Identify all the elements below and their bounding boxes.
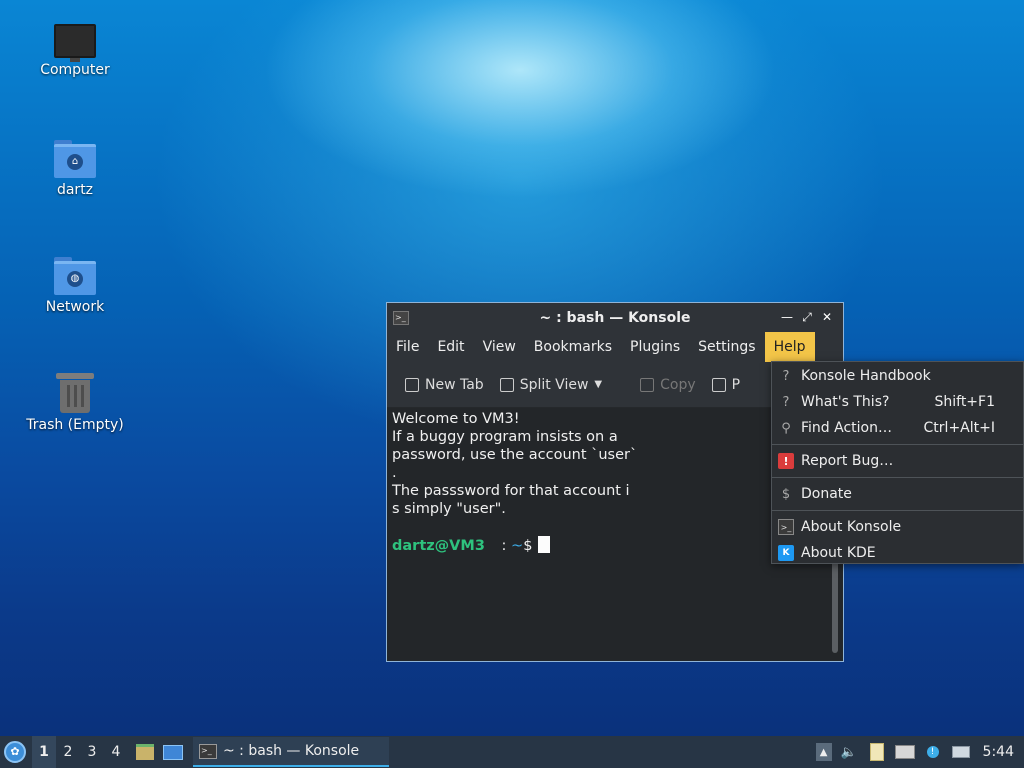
terminal-output[interactable]: Welcome to VM3! If a buggy program insist… [387, 408, 827, 661]
menu-separator [772, 477, 1023, 478]
window-title: ~ : bash — Konsole [539, 309, 691, 326]
text-cursor [538, 536, 551, 553]
start-menu-button[interactable]: ✿ [0, 736, 30, 768]
split-view-label: Split View [519, 376, 589, 393]
desktop-icon-computer[interactable]: Computer [20, 24, 130, 78]
workspace-4[interactable]: 4 [104, 736, 128, 768]
menu-item-report-bug[interactable]: ! Report Bug… [772, 448, 1023, 474]
paste-icon [711, 377, 726, 392]
menu-plugins[interactable]: Plugins [621, 332, 689, 362]
file-manager-icon[interactable] [134, 741, 156, 763]
help-menu: ? Konsole Handbook ? What's This? Shift+… [771, 361, 1024, 564]
menu-separator [772, 510, 1023, 511]
bug-icon: ! [778, 453, 794, 469]
network-folder-icon: ◍ [54, 257, 96, 295]
chevron-down-icon: ▼ [594, 379, 603, 390]
kde-icon: K [778, 545, 794, 561]
new-tab-label: New Tab [425, 376, 484, 393]
minimize-icon[interactable]: — [779, 310, 795, 325]
taskbar-task-konsole[interactable]: >_ ~ : bash — Konsole [193, 737, 389, 767]
clipboard-icon[interactable] [866, 741, 888, 763]
scrollbar-thumb[interactable] [832, 558, 838, 653]
menu-item-label: Donate [801, 486, 852, 502]
system-tray: ▲ 🔈 ! 5:44 [813, 736, 1024, 768]
menu-file[interactable]: File [387, 332, 428, 362]
copy-label: Copy [660, 376, 696, 393]
workspace-3[interactable]: 3 [80, 736, 104, 768]
menu-settings[interactable]: Settings [689, 332, 764, 362]
menu-item-konsole-handbook[interactable]: ? Konsole Handbook [772, 363, 1023, 389]
desktop-icon-label: Network [45, 299, 105, 315]
menu-item-label: About KDE [801, 545, 876, 561]
task-label: ~ : bash — Konsole [223, 743, 360, 759]
konsole-icon: >_ [199, 743, 217, 759]
copy-button[interactable]: Copy [632, 377, 704, 393]
menu-item-label: Konsole Handbook [801, 368, 931, 384]
maximize-icon[interactable]: ⤢ [799, 310, 815, 325]
workspace-2[interactable]: 2 [56, 736, 80, 768]
terminal-line: password, use the account `user` [392, 447, 638, 463]
desktop-icon-label: dartz [56, 182, 94, 198]
menu-item-about-kde[interactable]: K About KDE [772, 540, 1023, 566]
prompt-user: dartz@VM3 [392, 538, 485, 554]
volume-icon[interactable]: 🔈 [838, 741, 860, 763]
paste-label: P [731, 376, 741, 393]
menu-item-shortcut: Shift+F1 [934, 394, 995, 410]
menu-item-find-action[interactable]: ⚲ Find Action… Ctrl+Alt+I [772, 415, 1023, 441]
konsole-icon: >_ [778, 519, 794, 535]
prompt-directory: ~ [511, 538, 524, 554]
terminal-line: Welcome to VM3! [392, 411, 520, 427]
menu-item-whats-this[interactable]: ? What's This? Shift+F1 [772, 389, 1023, 415]
desktop-icon-network[interactable]: ◍ Network [20, 257, 130, 315]
terminal-line: The passsword for that account i [392, 483, 630, 499]
trash-icon [56, 373, 94, 413]
updates-icon[interactable] [950, 741, 972, 763]
close-icon[interactable]: ✕ [819, 310, 835, 325]
network-icon[interactable] [894, 741, 916, 763]
menu-help[interactable]: Help [764, 332, 815, 362]
copy-icon [640, 377, 655, 392]
desktop-icon-label: Trash (Empty) [26, 417, 124, 433]
menubar: File Edit View Bookmarks Plugins Setting… [387, 332, 843, 362]
dollar-icon: $ [781, 486, 791, 502]
desktop-icon-home-folder[interactable]: ⌂ dartz [20, 140, 130, 198]
menu-bookmarks[interactable]: Bookmarks [525, 332, 621, 362]
terminal-prompt: dartz@VM3 : ~$ [392, 536, 822, 555]
menu-edit[interactable]: Edit [428, 332, 473, 362]
terminal-line: s simply "user". [392, 501, 506, 517]
new-tab-icon [405, 377, 419, 392]
desktop-icon-trash[interactable]: Trash (Empty) [20, 373, 130, 433]
whats-this-icon: ? [782, 394, 790, 410]
split-view-button[interactable]: Split View ▼ [492, 377, 610, 393]
menu-item-label: What's This? [801, 394, 890, 410]
notification-icon[interactable]: ! [922, 741, 944, 763]
help-icon: ? [782, 368, 790, 384]
paste-button[interactable]: P [704, 377, 748, 393]
prompt-separator: : [496, 538, 512, 554]
terminal-line: If a buggy program insists on a [392, 429, 618, 445]
eject-icon[interactable]: ▲ [815, 743, 832, 761]
taskbar: ✿ 1 2 3 4 >_ ~ : bash — Konsole ▲ 🔈 ! 5:… [0, 736, 1024, 768]
split-view-icon [499, 377, 514, 392]
menu-separator [772, 444, 1023, 445]
window-titlebar[interactable]: >_ ~ : bash — Konsole — ⤢ ✕ [387, 303, 843, 332]
menu-item-label: About Konsole [801, 519, 902, 535]
menu-item-about-konsole[interactable]: >_ About Konsole [772, 514, 1023, 540]
desktop-icon-label: Computer [40, 62, 110, 78]
menu-item-label: Report Bug… [801, 453, 894, 469]
show-desktop-icon[interactable] [162, 741, 184, 763]
terminal-line: . [392, 465, 397, 481]
prompt-symbol: $ [523, 538, 533, 554]
lxqt-logo-icon: ✿ [4, 741, 26, 763]
workspace-1[interactable]: 1 [32, 736, 56, 768]
new-tab-button[interactable]: New Tab [397, 377, 492, 393]
menu-item-donate[interactable]: $ Donate [772, 481, 1023, 507]
menu-view[interactable]: View [474, 332, 525, 362]
home-folder-icon: ⌂ [54, 140, 96, 178]
computer-icon [54, 24, 96, 62]
search-icon: ⚲ [781, 420, 791, 436]
clock[interactable]: 5:44 [983, 744, 1014, 760]
menu-item-shortcut: Ctrl+Alt+I [923, 420, 995, 436]
menu-item-label: Find Action… [801, 420, 892, 436]
